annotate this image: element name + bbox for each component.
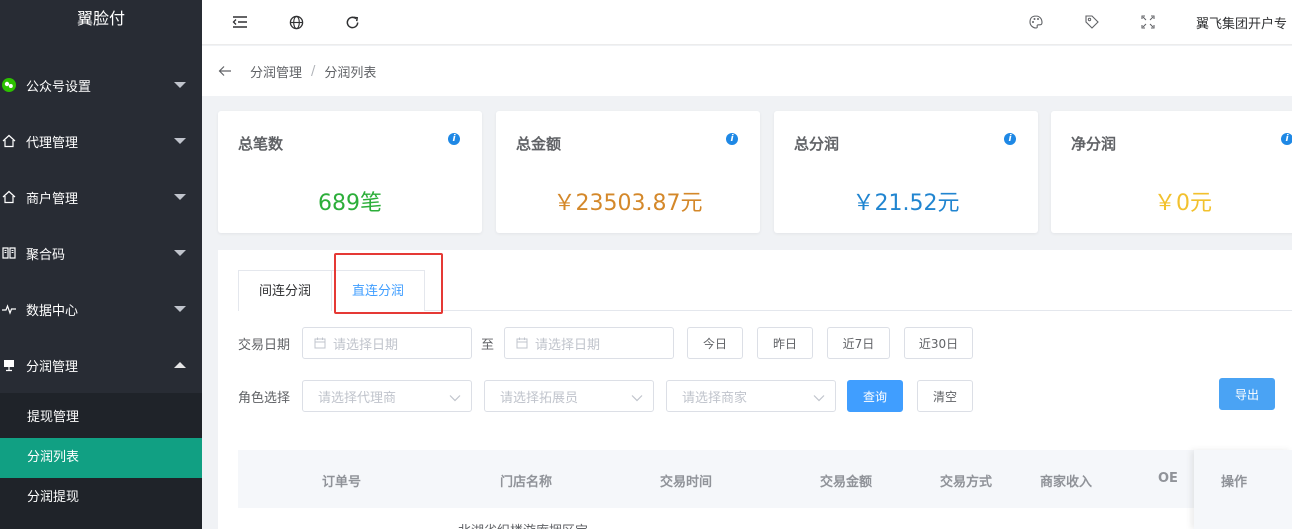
column-header-pay-method: 交易方式 [940,475,993,490]
card-value: ￥0元 [1154,191,1212,216]
info-icon[interactable]: i [726,133,738,145]
tab-indirect-profit[interactable]: 间连分润 [238,270,333,311]
column-header-trade-time: 交易时间 [660,475,713,490]
chevron-down-icon [174,138,186,144]
chevron-down-icon [813,391,825,406]
agent-placeholder: 请选择代理商 [318,390,397,406]
chevron-down-icon [631,391,643,406]
merchant-select[interactable]: 请选择商家 [666,380,836,412]
sidebar-item-label: 分润管理 [26,359,79,375]
stat-card-total-profit: 总分润 i ￥21.52元 [774,111,1038,233]
breadcrumb-item[interactable]: 分润管理 [250,62,302,81]
sidebar-item-agent-management[interactable]: 代理管理 [0,113,202,169]
sidebar-item-label: 代理管理 [26,135,79,151]
table-row-partial-text: 北湖省织楼游庵捆区宝 [458,520,588,529]
column-header-order-no: 订单号 [322,475,362,490]
chevron-down-icon [174,250,186,256]
palette-icon[interactable] [1026,12,1046,32]
card-title: 总笔数 [238,135,284,153]
date-start-picker[interactable]: 请选择日期 [302,327,472,359]
calendar-icon [515,337,529,349]
date-range-separator: 至 [481,338,495,353]
column-header-merchant-income: 商家收入 [1040,475,1093,490]
submenu-item-withdraw-management[interactable]: 提现管理 [0,398,202,438]
sidebar-item-data-center[interactable]: 数据中心 [0,281,202,337]
table-header: 订单号 门店名称 交易时间 交易金额 交易方式 商家收入 OE 操作 [238,450,1292,529]
fixed-actions-column: 操作 [1194,450,1292,529]
tag-icon[interactable] [1082,12,1102,32]
back-arrow-icon[interactable] [217,63,233,79]
card-value: 689笔 [318,191,382,216]
chevron-down-icon [174,306,186,312]
today-button[interactable]: 今日 [687,327,743,359]
last-7-days-button[interactable]: 近7日 [827,327,890,359]
card-value: ￥23503.87元 [553,191,703,216]
info-icon[interactable]: i [1281,133,1292,145]
expander-placeholder: 请选择拓展员 [500,390,579,406]
chevron-down-icon [174,82,186,88]
topbar: 翼飞集团开户专 [202,0,1292,45]
last-30-days-button[interactable]: 近30日 [904,327,973,359]
wechat-icon [2,78,16,92]
info-icon[interactable]: i [448,133,460,145]
breadcrumb-separator: / [311,63,316,79]
column-header-actions: 操作 [1221,475,1248,490]
merchant-placeholder: 请选择商家 [682,390,748,406]
breadcrumb: 分润管理 / 分润列表 [202,46,1292,96]
sidebar-item-profit-management[interactable]: 分润管理 [0,337,202,393]
query-button[interactable]: 查询 [847,380,903,412]
info-icon[interactable]: i [1004,133,1016,145]
sidebar-item-label: 聚合码 [26,247,66,263]
calendar-icon [313,337,327,349]
sidebar-item-label: 数据中心 [26,303,79,319]
role-label: 角色选择 [238,391,291,406]
refresh-icon[interactable] [342,12,362,32]
stat-card-total-amount: 总金额 i ￥23503.87元 [496,111,760,233]
highlight-annotation [334,253,443,314]
collapse-menu-icon[interactable] [230,12,250,32]
agent-select[interactable]: 请选择代理商 [302,380,472,412]
card-value: ￥21.52元 [852,191,960,216]
stat-card-total-count: 总笔数 i 689笔 [218,111,482,233]
sidebar-item-merchant-management[interactable]: 商户管理 [0,169,202,225]
board-icon [2,358,16,372]
clear-button[interactable]: 清空 [917,380,973,412]
app-logo: 翼脸付 [76,9,125,28]
sidebar-item-aggregate-code[interactable]: 聚合码 [0,225,202,281]
sidebar: 翼脸付 公众号设置 代理管理 商户管理 聚合码 数据中心 分润管理 提现管理 分… [0,0,202,529]
expander-select[interactable]: 请选择拓展员 [484,380,654,412]
sidebar-item-wechat-settings[interactable]: 公众号设置 [0,57,202,113]
globe-icon[interactable] [286,12,306,32]
stat-card-net-profit: 净分润 i ￥0元 [1051,111,1292,233]
date-end-placeholder: 请选择日期 [535,337,601,353]
chevron-up-icon [174,362,186,368]
home-icon [2,134,16,148]
submenu-item-profit-withdraw[interactable]: 分润提现 [0,478,202,518]
chevron-down-icon [174,194,186,200]
yesterday-button[interactable]: 昨日 [757,327,813,359]
column-header-trade-amount: 交易金额 [820,475,873,490]
sidebar-item-label: 商户管理 [26,191,79,207]
date-end-picker[interactable]: 请选择日期 [504,327,674,359]
column-header-store-name: 门店名称 [500,475,553,490]
user-name[interactable]: 翼飞集团开户专 [1196,13,1287,32]
date-label: 交易日期 [238,338,291,353]
fullscreen-icon[interactable] [1138,12,1158,32]
card-title: 总金额 [516,135,562,153]
date-start-placeholder: 请选择日期 [333,337,399,353]
card-title: 总分润 [794,135,840,153]
column-header-oe: OE [1158,471,1178,486]
pulse-icon [2,302,16,316]
main-panel: 间连分润 直连分润 交易日期 请选择日期 至 请选择日期 今日 昨日 近7日 近… [218,250,1292,529]
chevron-down-icon [449,391,461,406]
sidebar-item-label: 公众号设置 [26,79,92,95]
book-icon [2,246,16,260]
card-title: 净分润 [1071,135,1117,153]
export-button[interactable]: 导出 [1219,378,1275,410]
profit-submenu: 提现管理 分润列表 分润提现 [0,393,202,529]
submenu-item-profit-list[interactable]: 分润列表 [0,438,202,478]
home-icon [2,190,16,204]
breadcrumb-item-current: 分润列表 [324,65,377,81]
